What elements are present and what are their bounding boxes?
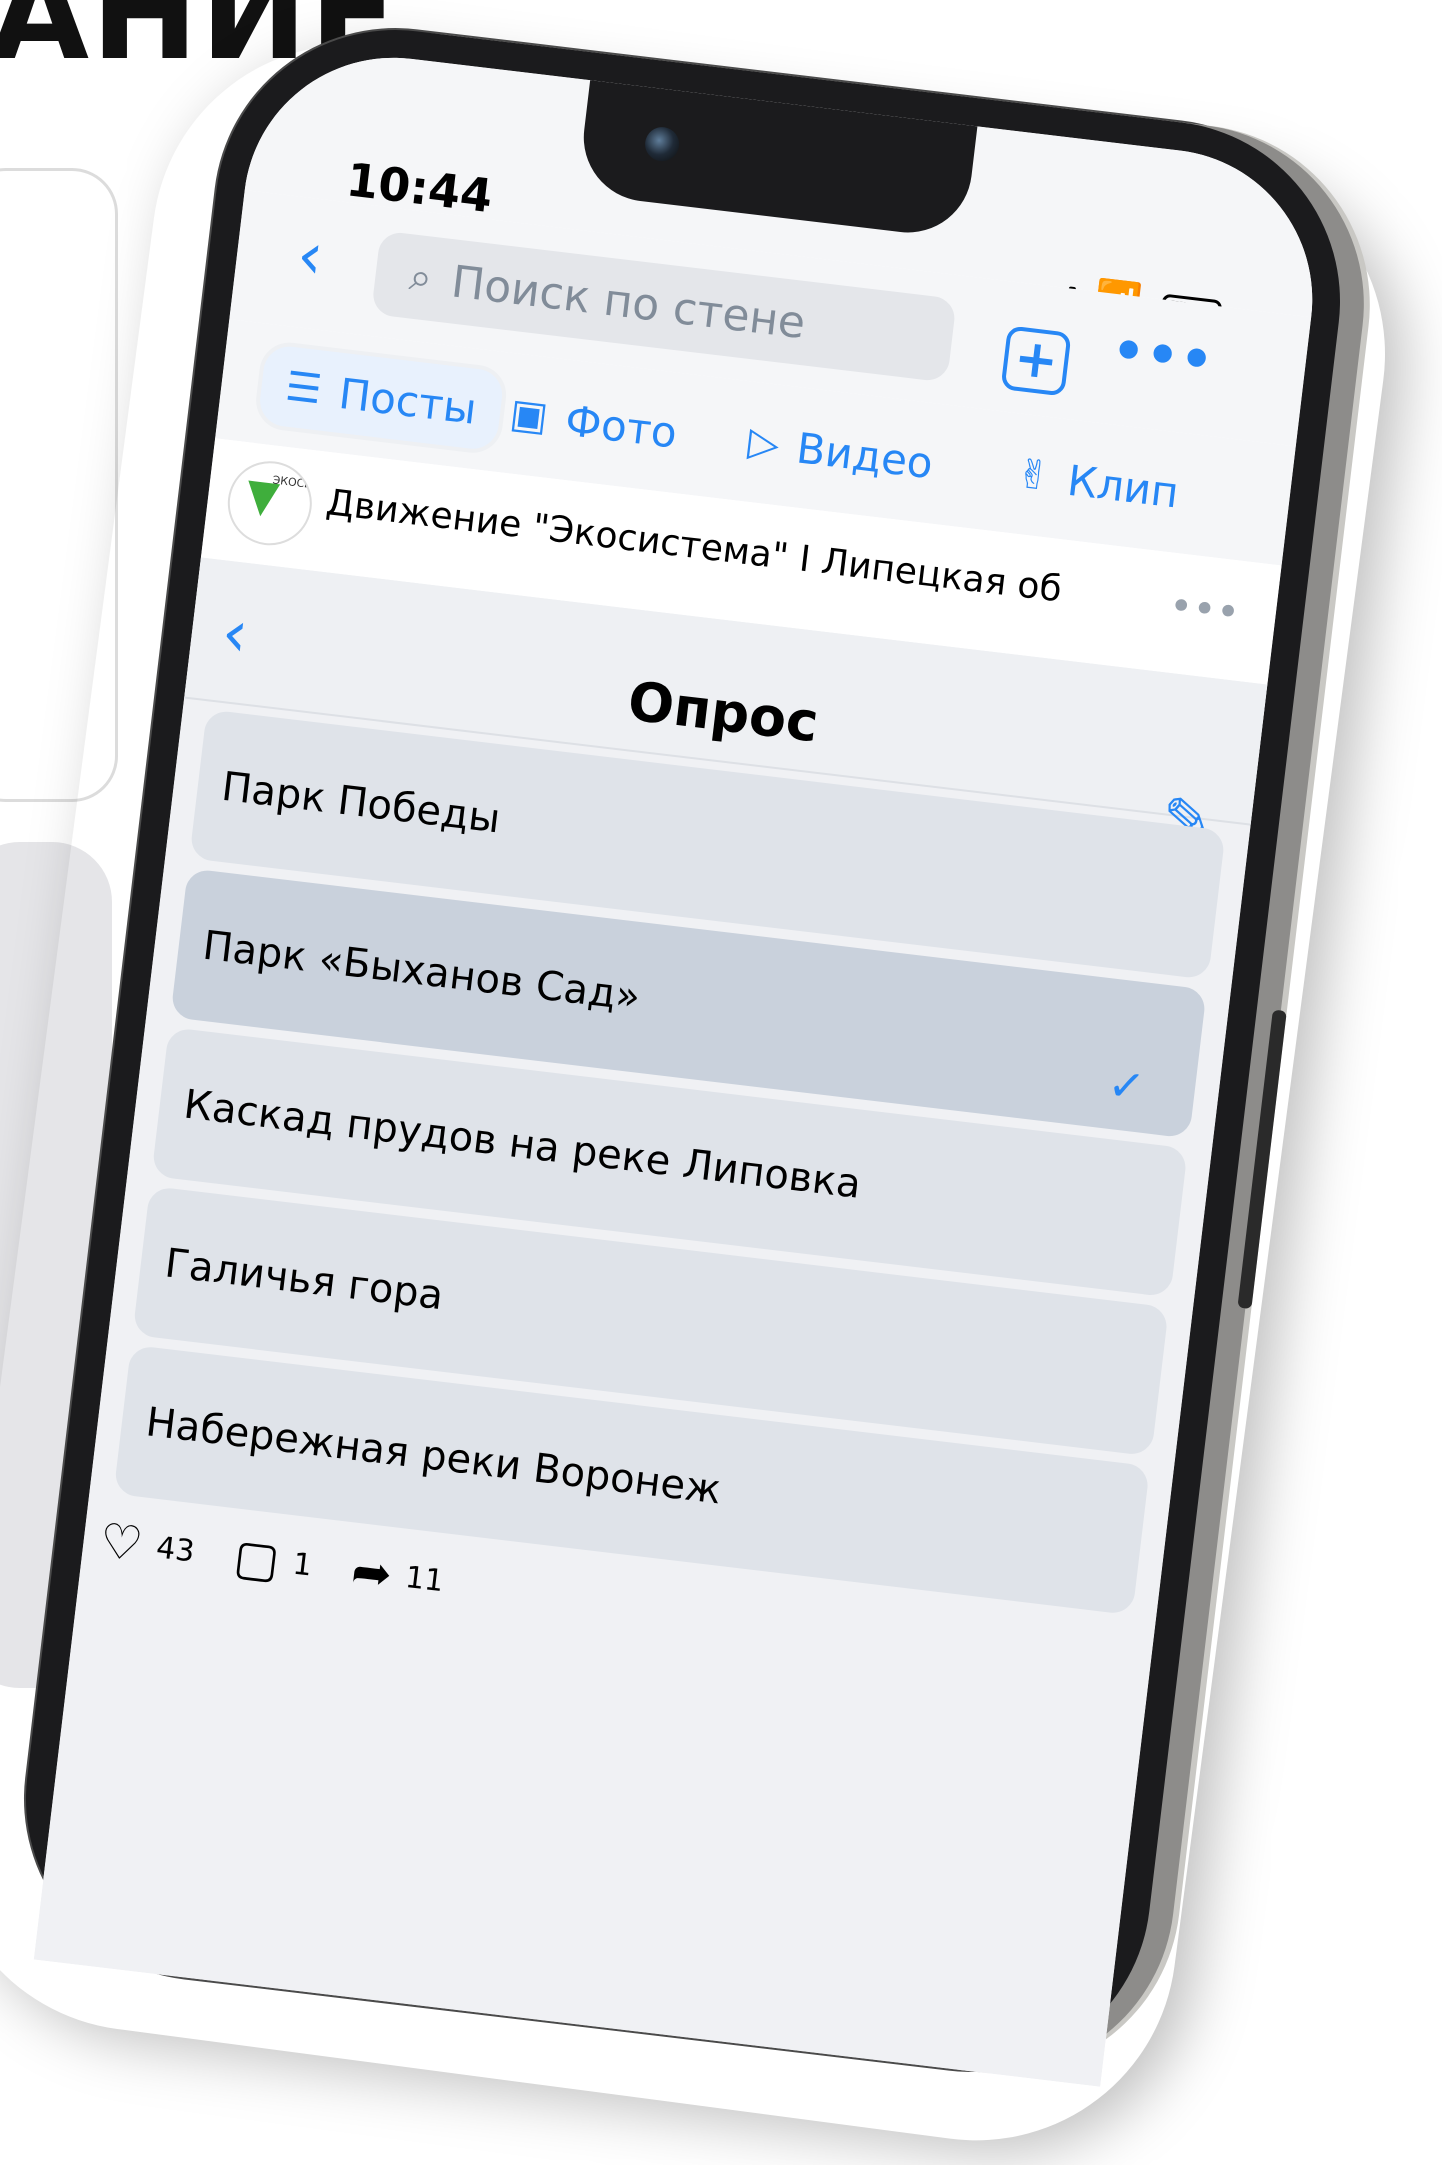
poll-option-label: Галичья гора [162,1240,446,1320]
avatar[interactable]: ЭКОСИСТЕМА [223,456,317,550]
tab-label: Посты [336,368,480,434]
posts-icon: ☰ [283,363,325,414]
video-icon: ▷ [745,418,782,468]
share-icon: ➦ [348,1542,395,1604]
poll-option-label: Парк «Быханов Сад» [200,922,643,1021]
avatar-logo-text: ЭКОСИСТЕМА [271,473,317,496]
tab-label: Клип [1064,455,1182,518]
like-button[interactable]: ♡ 43 [97,1513,198,1580]
tab-clips[interactable]: ✌ Клип [1012,434,1183,533]
plus-square-icon[interactable]: + [1000,325,1072,397]
phone-mockup: 10:44 📶 ‹ ⌕ Поиск по стене + ••• ☰ [5,10,1361,2091]
photo-icon: ▣ [507,390,551,441]
checkmark-icon: ✓ [1105,1058,1148,1114]
more-horizontal-icon[interactable]: ••• [1167,583,1243,637]
tab-label: Видео [794,422,936,488]
poll: ‹ Опрос ✎ Парк Победы Парк «Быханов Сад»… [33,557,1268,2087]
poll-option-label: Парк Победы [219,763,503,843]
share-button[interactable]: ➦ 11 [348,1543,446,1610]
share-count: 11 [403,1559,446,1599]
more-horizontal-icon[interactable]: ••• [1108,320,1217,392]
tab-video[interactable]: ▷ Видео [744,402,938,503]
phone-screen: 10:44 📶 ‹ ⌕ Поиск по стене + ••• ☰ [33,41,1329,2087]
clip-icon: ✌ [1013,450,1053,501]
comment-icon: ▢ [230,1528,283,1590]
tab-label: Фото [562,395,680,458]
chevron-left-icon[interactable]: ‹ [293,218,327,295]
search-placeholder: Поиск по стене [448,255,809,349]
comment-button[interactable]: ▢ 1 [231,1529,316,1594]
search-icon: ⌕ [406,253,435,302]
heart-icon: ♡ [96,1512,146,1574]
poll-option-label: Каскад прудов на реке Липовка [181,1081,864,1208]
tab-posts[interactable]: ☰ Посты [257,343,505,452]
front-camera [643,125,681,164]
tab-photo[interactable]: ▣ Фото [505,373,681,472]
comment-count: 1 [290,1546,315,1584]
poll-option-label: Набережная реки Воронеж [143,1399,724,1514]
like-count: 43 [154,1529,197,1570]
